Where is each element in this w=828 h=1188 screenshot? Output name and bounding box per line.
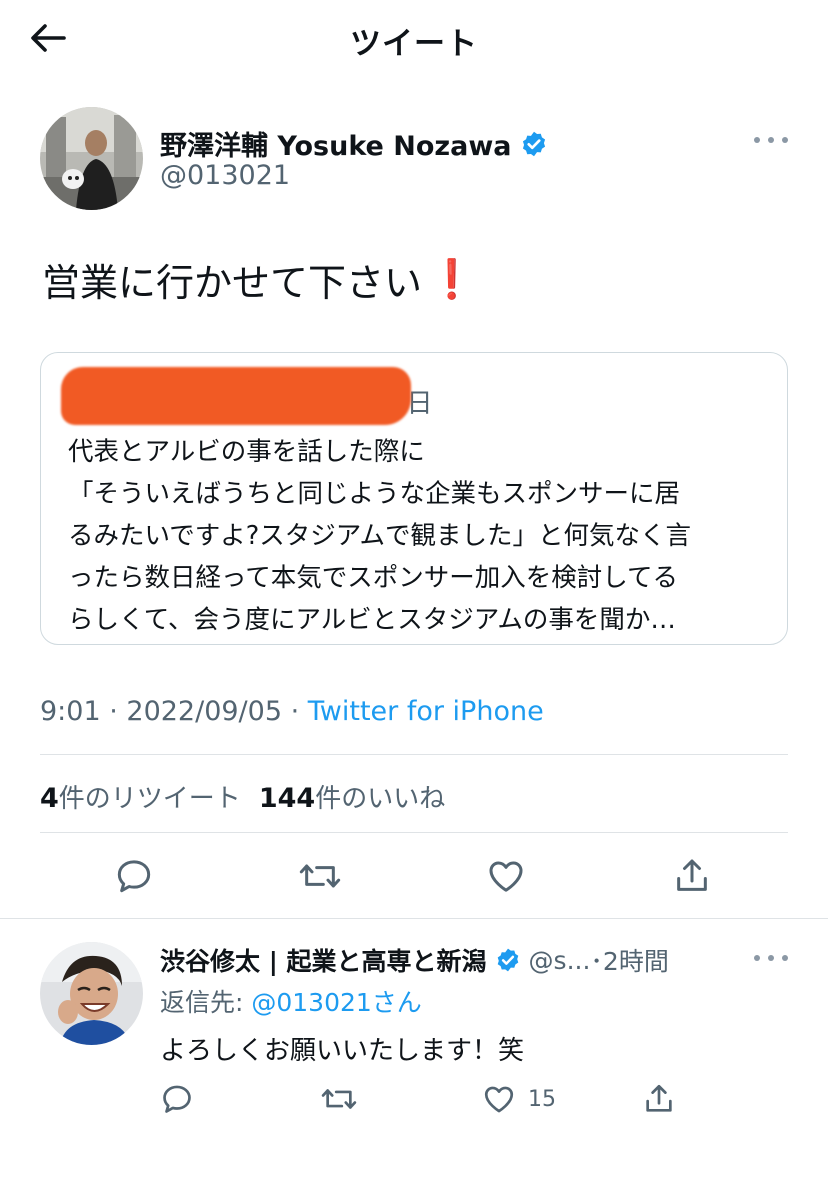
tweet-time: 9:01 [40, 696, 101, 727]
tweet-text: 営業に行かせて下さい ❗ [42, 252, 475, 307]
quote-line: らしくて、会う度にアルビとスタジアムの事を聞か… [68, 605, 676, 635]
more-icon-dot [768, 137, 774, 143]
like-stat[interactable]: 144件のいいね [259, 778, 445, 815]
quote-line: 「そういえばうちと同じような企業もスポンサーに居 [68, 479, 681, 509]
author-avatar[interactable] [40, 107, 143, 210]
retweet-button[interactable] [298, 856, 342, 896]
reply-author-row: 渋谷修太 | 起業と高専と新潟 @s... ･2時間 [160, 942, 669, 978]
quote-line: ったら数日経って本気でスポンサー加入を検討してる [68, 563, 678, 593]
tweet-body: 営業に行かせて下さい [42, 261, 423, 305]
quote-line: るみたいですよ?スタジアムで観ました」と何気なく言 [68, 521, 691, 551]
replying-to: 返信先: @013021さん [160, 983, 422, 1019]
verified-badge-icon [520, 130, 548, 158]
divider [40, 832, 788, 833]
tweet-source-link[interactable]: Twitter for iPhone [308, 696, 544, 727]
reply-button[interactable] [114, 856, 154, 896]
retweet-icon [321, 1089, 357, 1109]
more-button[interactable] [754, 130, 788, 150]
reply-author-handle[interactable]: @s... [529, 946, 591, 975]
author-display-name[interactable]: 野澤洋輔 Yosuke Nozawa [160, 124, 512, 163]
redacted-author [61, 367, 411, 425]
more-icon-dot [754, 955, 760, 961]
quote-text: 代表とアルビの事を話した際に 「そういえばうちと同じような企業もスポンサーに居 … [68, 431, 787, 641]
replying-to-handle[interactable]: @013021さん [251, 988, 421, 1017]
reply-more-button[interactable] [754, 948, 788, 968]
divider [40, 754, 788, 755]
retweet-count: 4 [40, 783, 59, 814]
more-icon-dot [782, 955, 788, 961]
author-name-row: 野澤洋輔 Yosuke Nozawa [160, 124, 548, 163]
like-icon [489, 861, 523, 892]
like-icon [484, 1086, 514, 1113]
meta-separator: · [100, 696, 127, 727]
quote-line: 代表とアルビの事を話した際に [68, 437, 425, 467]
like-button[interactable] [486, 856, 526, 896]
meta-separator: · [282, 696, 308, 727]
verified-badge-icon [495, 947, 521, 973]
page-title: ツイート [350, 26, 478, 62]
exclamation-emoji: ❗ [428, 257, 476, 301]
top-bar: ツイート [0, 0, 828, 76]
replying-to-prefix: 返信先: [160, 988, 252, 1017]
tweet-date: 2022/09/05 [126, 696, 283, 727]
reply-timestamp: ･2時間 [590, 947, 669, 976]
reply-icon [163, 1085, 191, 1113]
reply-like-button[interactable]: 15 [482, 1082, 556, 1116]
share-icon [646, 1084, 672, 1112]
reply-text: よろしくお願いいたします！笑 [160, 1036, 525, 1066]
tweet-meta: 9:01 · 2022/09/05 · Twitter for iPhone [40, 696, 544, 727]
quoted-tweet-card[interactable]: ･2日 代表とアルビの事を話した際に 「そういえばうちと同じような企業もスポンサ… [40, 352, 788, 645]
retweet-stat[interactable]: 4件のリツイート [40, 778, 241, 815]
like-label: 件のいいね [315, 784, 446, 814]
like-count: 144 [258, 783, 316, 814]
reply-reply-button[interactable] [160, 1082, 194, 1116]
retweet-label: 件のリツイート [58, 784, 241, 814]
reply-like-count: 15 [528, 1086, 556, 1112]
more-icon-dot [754, 137, 760, 143]
share-icon [677, 859, 707, 891]
retweet-icon [299, 864, 341, 888]
more-icon-dot [768, 955, 774, 961]
reply-author-avatar[interactable] [40, 942, 143, 1045]
more-icon-dot [782, 137, 788, 143]
divider [0, 918, 828, 919]
engagement-stats: 4件のリツイート 144件のいいね [40, 778, 445, 815]
author-handle[interactable]: @013021 [160, 160, 290, 191]
reply-share-button[interactable] [642, 1082, 676, 1116]
reply-icon [117, 860, 151, 893]
reply-author-name[interactable]: 渋谷修太 | 起業と高専と新潟 [160, 942, 487, 978]
reply-retweet-button[interactable] [320, 1082, 358, 1116]
share-button[interactable] [672, 856, 712, 896]
